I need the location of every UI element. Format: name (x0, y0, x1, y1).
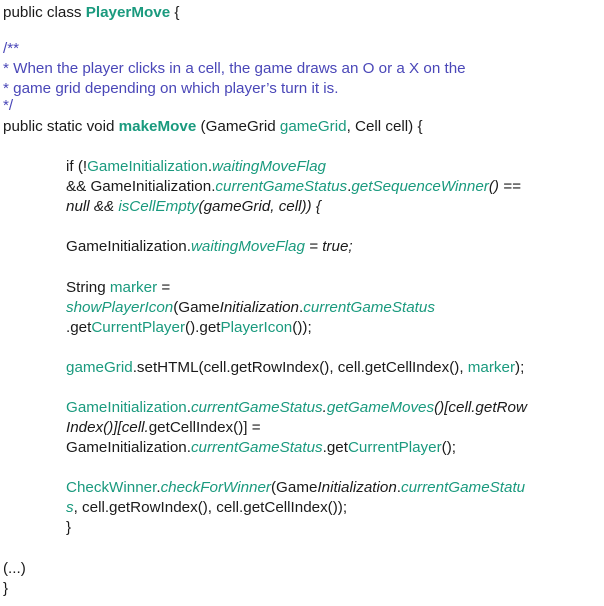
code-token: isCellEmpty (118, 198, 199, 215)
code-line: GameInitialization.currentGameStatus.get… (66, 438, 456, 458)
code-line: CheckWinner.checkForWinner(GameInitializ… (66, 478, 525, 498)
code-line: */ (3, 96, 13, 116)
code-token: if (! (66, 158, 88, 175)
code-line: .getCurrentPlayer().getPlayerIcon()); (66, 318, 312, 338)
code-line: showPlayerIcon(GameInitialization.curren… (66, 298, 435, 318)
code-token: marker (467, 359, 516, 376)
code-line: public static void makeMove (GameGrid ga… (3, 117, 423, 137)
code-token: getSequenceWinner (351, 178, 489, 195)
code-token: (); (441, 439, 457, 456)
code-token: PlayerIcon (220, 319, 293, 336)
code-token: public class (3, 4, 86, 21)
code-token: showPlayerIcon (66, 299, 174, 316)
code-line: String marker = (66, 278, 170, 298)
code-token: waitingMoveFlag (190, 238, 305, 255)
code-token: .get (322, 439, 348, 456)
code-token: (GameGrid (196, 118, 280, 135)
code-token: , cell.getRowIndex(), cell.getCellIndex(… (73, 499, 348, 516)
code-token: GameInitialization (87, 158, 208, 175)
code-token: s (66, 499, 74, 516)
code-token: currentGameStatus (190, 399, 323, 416)
code-token: ()[cell.getRow (434, 399, 527, 416)
code-token: getGameMoves (326, 399, 435, 416)
code-token: makeMove (118, 118, 197, 135)
code-line: null && isCellEmpty(gameGrid, cell)) { (66, 197, 321, 217)
code-line: } (3, 579, 8, 599)
code-token: /** (3, 40, 20, 57)
code-token: GameInitialization (66, 399, 187, 416)
code-token: , Cell cell) { (346, 118, 423, 135)
code-token: waitingMoveFlag (212, 158, 327, 175)
code-token: CheckWinner (66, 479, 157, 496)
code-token: } (66, 519, 72, 536)
code-token: (Game (173, 299, 220, 316)
code-line: && GameInitialization.currentGameStatus.… (66, 177, 521, 197)
code-token: */ (3, 97, 14, 114)
code-token: gameGrid (66, 359, 133, 376)
code-token: currentGameStatus (215, 178, 348, 195)
code-token: currentGameStatus (303, 299, 435, 316)
code-token: (Game (271, 479, 318, 496)
code-token: * game grid depending on which player’s … (3, 80, 339, 97)
code-token: GameInitialization. (66, 439, 191, 456)
code-token: .get (66, 319, 92, 336)
code-token: CurrentPlayer (91, 319, 186, 336)
code-token: Initialization (317, 479, 397, 496)
code-token: GameInitialization. (66, 238, 191, 255)
code-line: * game grid depending on which player’s … (3, 79, 338, 99)
code-token: Initialization (219, 299, 299, 316)
code-token: { (170, 4, 180, 21)
code-token: public static void (3, 118, 119, 135)
code-line: GameInitialization.currentGameStatus.get… (66, 398, 527, 418)
code-token: Index()][cell. (66, 419, 149, 436)
code-token: * When the player clicks in a cell, the … (3, 60, 466, 77)
code-token: .setHTML(cell.getRowIndex(), cell.getCel… (132, 359, 468, 376)
code-line: gameGrid.setHTML(cell.getRowIndex(), cel… (66, 358, 524, 378)
code-token: gameGrid (279, 118, 347, 135)
code-token: } (3, 580, 9, 597)
code-line: GameInitialization.waitingMoveFlag = tru… (66, 237, 353, 257)
code-token: checkForWinner (160, 479, 271, 496)
code-line: public class PlayerMove { (3, 3, 179, 23)
code-line: Index()][cell.getCellIndex()] = (66, 418, 261, 438)
code-token: ()); (292, 319, 312, 336)
code-token: ); (515, 359, 525, 376)
code-line: /** (3, 39, 19, 59)
code-token: && GameInitialization. (66, 178, 216, 195)
code-line: } (66, 518, 71, 538)
code-token: PlayerMove (85, 4, 171, 21)
code-line: (...) (3, 559, 26, 579)
code-token: (gameGrid, cell)) { (198, 198, 321, 215)
code-token: marker (109, 279, 158, 296)
code-line: if (!GameInitialization.waitingMoveFlag (66, 157, 326, 177)
code-line: * When the player clicks in a cell, the … (3, 59, 466, 79)
code-token: String (66, 279, 110, 296)
code-token: () == (488, 178, 521, 195)
code-token: null && (66, 198, 119, 215)
code-token: = (157, 279, 171, 296)
code-line: s, cell.getRowIndex(), cell.getCellIndex… (66, 498, 347, 518)
code-token: currentGameStatus (190, 439, 323, 456)
code-token: currentGameStatu (401, 479, 526, 496)
code-token: = true; (304, 238, 353, 255)
code-token: getCellIndex()] = (148, 419, 261, 436)
code-token: CurrentPlayer (347, 439, 442, 456)
code-token: (...) (3, 560, 26, 577)
code-token: ().get (185, 319, 221, 336)
